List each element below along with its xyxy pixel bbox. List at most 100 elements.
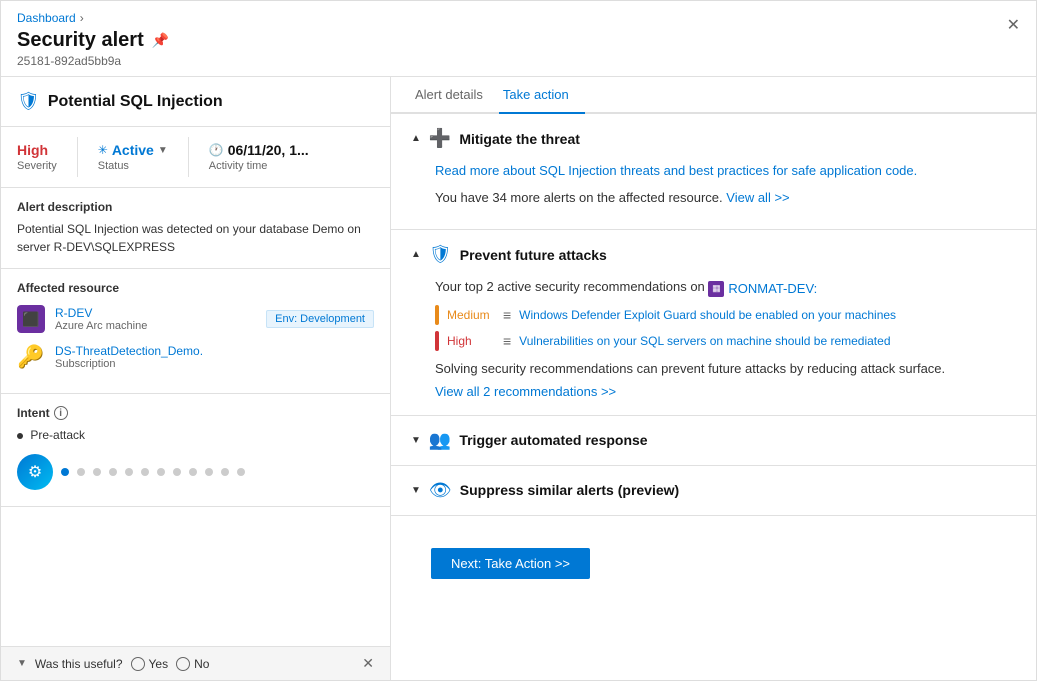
trigger-accordion: ▼ 👥 Trigger automated response: [391, 416, 1036, 466]
mitigate-body: Read more about SQL Injection threats an…: [391, 163, 1036, 229]
resource-grid-icon: ▦: [708, 281, 724, 297]
recommendation-row-2: High ≡ Vulnerabilities on your SQL serve…: [435, 331, 1016, 351]
next-take-action-button[interactable]: Next: Take Action >>: [431, 548, 590, 579]
suppress-header[interactable]: ▼ 👁 Suppress similar alerts (preview): [391, 466, 1036, 515]
feedback-chevron-icon[interactable]: ▼: [17, 658, 27, 669]
trigger-icon: 👥: [429, 430, 451, 451]
mitigate-view-all-link[interactable]: View all >>: [726, 190, 789, 205]
status-chevron-icon[interactable]: ▼: [158, 145, 168, 156]
prevent-header[interactable]: ▲ 🛡 Prevent future attacks: [391, 230, 1036, 279]
resource-item-1: ⬛ R-DEV Azure Arc machine Env: Developme…: [17, 305, 374, 333]
prevent-accordion: ▲ 🛡 Prevent future attacks Your top 2 ac…: [391, 230, 1036, 416]
prevent-intro: Your top 2 active security recommendatio…: [435, 279, 1016, 297]
dot-4: [109, 468, 117, 476]
mitigate-link[interactable]: Read more about SQL Injection threats an…: [435, 163, 917, 178]
shield-icon: 🛡: [17, 91, 40, 112]
recommendation-link-1[interactable]: Windows Defender Exploit Guard should be…: [519, 308, 896, 322]
prevent-footer: Solving security recommendations can pre…: [435, 361, 1016, 376]
description-section: Alert description Potential SQL Injectio…: [1, 188, 390, 269]
resource2-type: Subscription: [55, 358, 203, 370]
status-value: Active: [112, 142, 154, 158]
env-badge: Env: Development: [266, 310, 374, 328]
status-label: Status: [98, 160, 168, 172]
recommendation-link-2[interactable]: Vulnerabilities on your SQL servers on m…: [519, 334, 890, 348]
medium-severity-label: Medium: [447, 308, 495, 322]
suppress-chevron-icon: ▼: [411, 485, 421, 496]
intent-info-icon[interactable]: i: [54, 406, 68, 420]
description-title: Alert description: [17, 200, 374, 214]
feedback-no-option[interactable]: No: [176, 657, 209, 671]
key-icon: 🔑: [17, 343, 45, 371]
severity-label: Severity: [17, 160, 57, 172]
prevent-resource-link[interactable]: RONMAT-DEV:: [728, 281, 817, 296]
suppress-title: Suppress similar alerts (preview): [460, 482, 679, 498]
dot-10: [205, 468, 213, 476]
tab-take-action[interactable]: Take action: [499, 77, 585, 114]
page-title: Security alert: [17, 29, 144, 52]
tabs: Alert details Take action: [391, 77, 1036, 114]
next-button-container: Next: Take Action >>: [391, 516, 1036, 611]
list-icon-1: ≡: [503, 307, 511, 323]
affected-title: Affected resource: [17, 281, 374, 295]
affected-resource-section: Affected resource ⬛ R-DEV Azure Arc mach…: [1, 269, 390, 394]
severity-value: High: [17, 142, 57, 158]
trigger-header[interactable]: ▼ 👥 Trigger automated response: [391, 416, 1036, 465]
close-button[interactable]: ✕: [1007, 15, 1020, 35]
mitigate-icon: ➕: [429, 128, 451, 149]
dot-1: [61, 468, 69, 476]
clock-icon: 🕐: [209, 143, 224, 157]
tab-alert-details[interactable]: Alert details: [411, 77, 499, 114]
feedback-no-radio[interactable]: [176, 657, 190, 671]
resource2-name[interactable]: DS-ThreatDetection_Demo.: [55, 344, 203, 358]
dot-8: [173, 468, 181, 476]
recommendation-row-1: Medium ≡ Windows Defender Exploit Guard …: [435, 305, 1016, 325]
description-text: Potential SQL Injection was detected on …: [17, 220, 374, 256]
feedback-yes-option[interactable]: Yes: [131, 657, 169, 671]
suppress-accordion: ▼ 👁 Suppress similar alerts (preview): [391, 466, 1036, 516]
alert-id: 25181-892ad5bb9a: [17, 54, 1020, 68]
intent-dot-icon: [17, 433, 23, 439]
dot-2: [77, 468, 85, 476]
intent-title: Intent i: [17, 406, 374, 420]
progress-icon: ⚙: [17, 454, 53, 490]
prevent-title: Prevent future attacks: [460, 247, 607, 263]
mitigate-alerts-text: You have 34 more alerts on the affected …: [435, 190, 1016, 205]
pin-icon[interactable]: 📌: [152, 32, 169, 49]
mitigate-header[interactable]: ▲ ➕ Mitigate the threat: [391, 114, 1036, 163]
spinner-icon: ✳: [98, 143, 108, 157]
resource1-name[interactable]: R-DEV: [55, 306, 147, 320]
activity-item: 🕐 06/11/20, 1... Activity time: [209, 142, 309, 172]
right-content: ▲ ➕ Mitigate the threat Read more about …: [391, 114, 1036, 680]
breadcrumb-chevron-icon: ›: [80, 11, 84, 25]
list-icon-2: ≡: [503, 333, 511, 349]
mitigate-chevron-icon: ▲: [411, 133, 421, 144]
dot-9: [189, 468, 197, 476]
severity-item: High Severity: [17, 142, 57, 172]
view-all-recommendations-link[interactable]: View all 2 recommendations >>: [435, 384, 616, 399]
high-severity-bar: [435, 331, 439, 351]
intent-bullet-label: Pre-attack: [17, 428, 374, 442]
breadcrumb-text: Dashboard: [17, 11, 76, 25]
feedback-close-button[interactable]: ✕: [362, 655, 374, 672]
dot-7: [157, 468, 165, 476]
prevent-body: Your top 2 active security recommendatio…: [391, 279, 1036, 415]
alert-meta: High Severity ✳ Active ▼ Status 🕐: [1, 127, 390, 188]
activity-label: Activity time: [209, 160, 309, 172]
prevent-shield-icon: 🛡: [429, 244, 452, 265]
resource1-type: Azure Arc machine: [55, 320, 147, 332]
medium-severity-bar: [435, 305, 439, 325]
arc-machine-icon: ⬛: [17, 305, 45, 333]
suppress-icon: 👁: [429, 480, 452, 501]
status-item: ✳ Active ▼ Status: [98, 142, 168, 172]
dot-5: [125, 468, 133, 476]
resource-item-2: 🔑 DS-ThreatDetection_Demo. Subscription: [17, 343, 374, 371]
feedback-yes-radio[interactable]: [131, 657, 145, 671]
alert-title-section: 🛡 Potential SQL Injection: [1, 77, 390, 127]
activity-value: 06/11/20, 1...: [228, 142, 309, 158]
high-severity-label: High: [447, 334, 495, 348]
progress-dots: ⚙: [17, 450, 374, 494]
mitigate-accordion: ▲ ➕ Mitigate the threat Read more about …: [391, 114, 1036, 230]
breadcrumb[interactable]: Dashboard ›: [17, 11, 1020, 25]
dot-12: [237, 468, 245, 476]
mitigate-title: Mitigate the threat: [459, 131, 580, 147]
